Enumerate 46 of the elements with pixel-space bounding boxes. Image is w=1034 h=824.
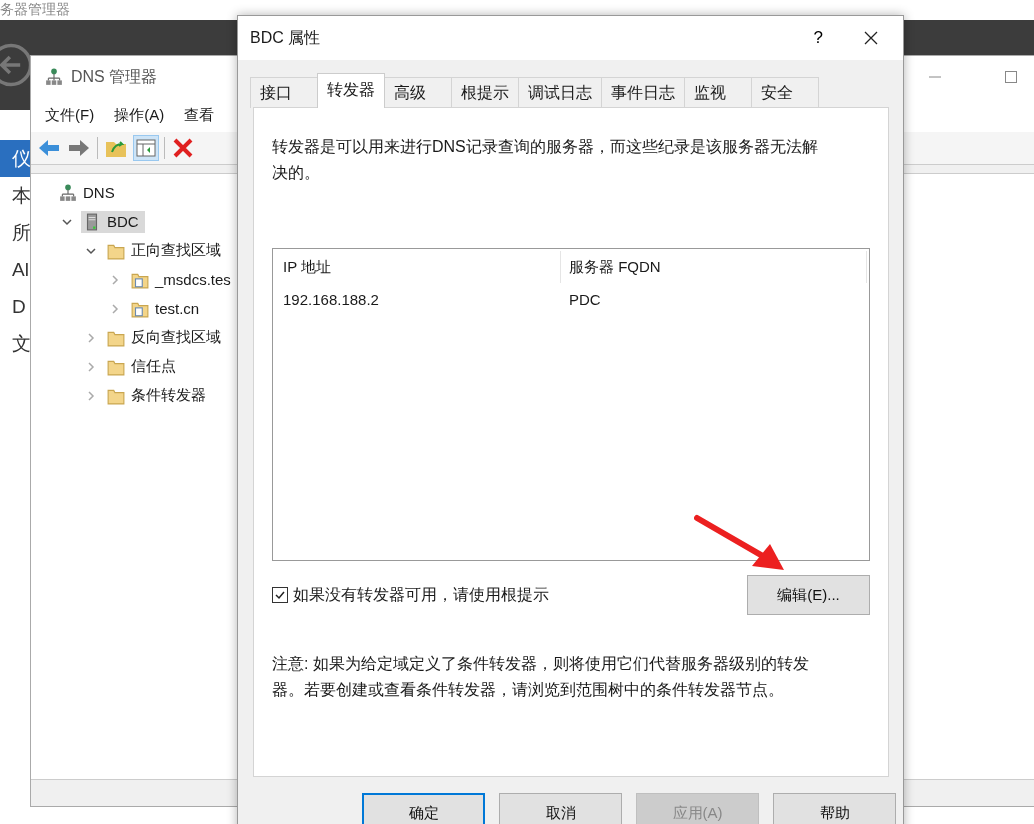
- network-icon: [59, 183, 77, 202]
- window-title: DNS 管理器: [71, 66, 158, 87]
- sidebar-item[interactable]: 文: [0, 325, 30, 362]
- chevron-right-icon[interactable]: [85, 331, 97, 344]
- dialog-button[interactable]: 确定: [362, 793, 485, 824]
- menu-item[interactable]: 文件(F): [45, 105, 95, 125]
- tree-item[interactable]: DNS: [57, 181, 121, 204]
- checkbox-label[interactable]: 如果没有转发器可用，请使用根提示: [293, 584, 549, 606]
- tree-item[interactable]: 正向查找区域: [105, 239, 227, 262]
- chevron-right-icon[interactable]: [85, 360, 97, 373]
- description-text: 转发器是可以用来进行DNS记录查询的服务器，而这些纪录是该服务器无法解决的。: [272, 137, 819, 183]
- menu-item[interactable]: 操作(A): [114, 105, 165, 125]
- help-button[interactable]: ?: [807, 26, 829, 50]
- tree-item[interactable]: BDC: [81, 210, 145, 233]
- column-header[interactable]: IP 地址: [275, 251, 561, 283]
- dialog-title: BDC 属性: [250, 27, 321, 48]
- sidebar-item[interactable]: 所: [0, 214, 30, 251]
- dialog-button[interactable]: 取消: [499, 793, 622, 824]
- chevron-right-icon[interactable]: [109, 302, 121, 315]
- menu-item[interactable]: 查看: [184, 105, 215, 125]
- maximize-icon[interactable]: [1003, 69, 1019, 85]
- tree-item[interactable]: test.cn: [129, 297, 206, 320]
- tree-item[interactable]: 条件转发器: [105, 384, 212, 407]
- checkbox[interactable]: [272, 587, 288, 603]
- table-cell-text: 192.168.188.2: [282, 290, 380, 308]
- tree-item[interactable]: _msdcs.tes: [129, 268, 237, 291]
- chevron-right-icon[interactable]: [85, 389, 97, 402]
- chevron-right-icon[interactable]: [109, 273, 121, 286]
- sidebar-item[interactable]: 本: [0, 177, 30, 214]
- dialog-button[interactable]: 帮助: [773, 793, 896, 824]
- table-cell-text: PDC: [568, 290, 601, 308]
- sidebar-item[interactable]: D: [0, 288, 30, 325]
- checkmark-icon: [274, 589, 286, 601]
- console-tree-icon[interactable]: [134, 136, 158, 160]
- note-text: 注意: 如果为给定域定义了条件转发器，则将使用它们代替服务器级别的转发器。若要创建或查看条件转发器，请浏览到范围树中的条件转发器节点。: [272, 654, 810, 700]
- window-title: 务器管理器: [0, 1, 70, 17]
- close-icon[interactable]: [863, 30, 879, 46]
- column-header[interactable]: 服务器 FQDN: [561, 251, 867, 283]
- network-icon: [45, 68, 63, 86]
- tree-item[interactable]: 反向查找区域: [105, 326, 227, 349]
- tab[interactable]: 转发器: [317, 73, 385, 108]
- sidebar-item[interactable]: Al: [0, 251, 30, 288]
- tree-item[interactable]: 信任点: [105, 355, 182, 378]
- delete-icon[interactable]: [171, 136, 195, 160]
- edit-button[interactable]: 编辑(E)...: [747, 575, 870, 615]
- sidebar-item[interactable]: 仪: [0, 140, 30, 177]
